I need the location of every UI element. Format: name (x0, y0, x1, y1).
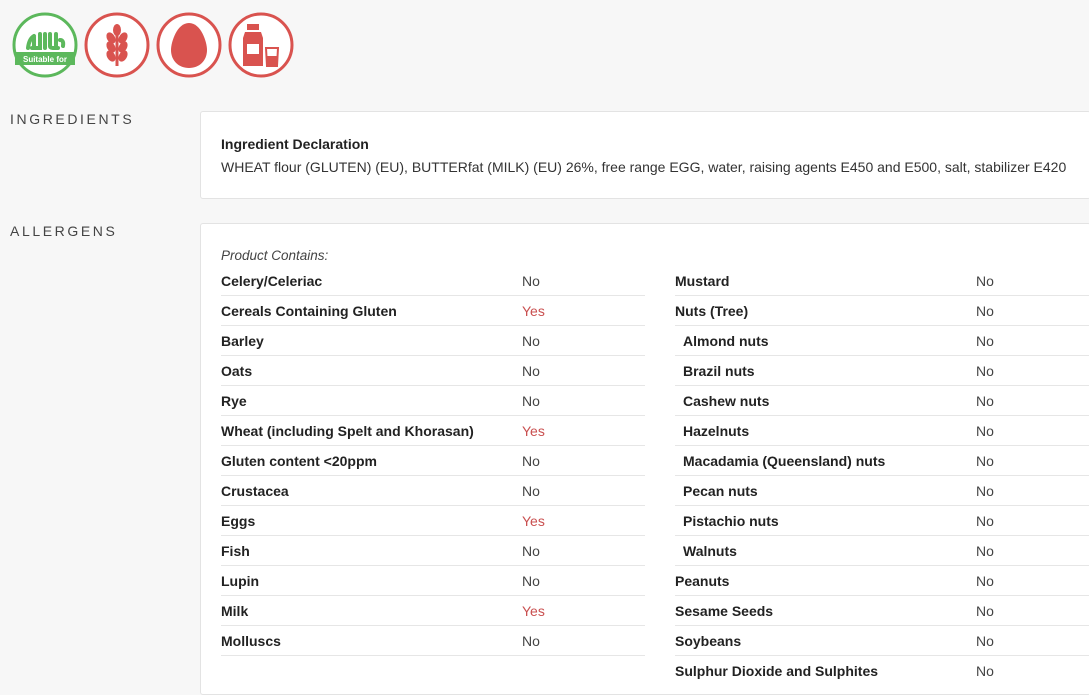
allergen-value: No (976, 363, 994, 379)
allergen-row: Eggs Yes (221, 506, 645, 536)
allergen-value: No (976, 663, 994, 679)
allergen-value: No (976, 543, 994, 559)
allergen-row: Cashew nuts No (675, 386, 1089, 416)
allergen-row: Almond nuts No (675, 326, 1089, 356)
allergen-name: Walnuts (683, 543, 737, 559)
allergen-row: Walnuts No (675, 536, 1089, 566)
allergen-value: No (976, 393, 994, 409)
allergen-name: Barley (221, 333, 264, 349)
allergen-row: Nuts (Tree) No (675, 296, 1089, 326)
allergen-name: Gluten content <20ppm (221, 453, 377, 469)
allergen-name: Macadamia (Queensland) nuts (683, 453, 886, 469)
allergen-value: No (976, 603, 994, 619)
allergen-name: Celery/Celeriac (221, 273, 323, 289)
gluten-wheat-icon (84, 12, 150, 78)
allergen-name: Sulphur Dioxide and Sulphites (675, 663, 879, 679)
allergen-row: Barley No (221, 326, 645, 356)
allergen-row: Crustacea No (221, 476, 645, 506)
allergen-row: Pecan nuts No (675, 476, 1089, 506)
allergen-row: Hazelnuts No (675, 416, 1089, 446)
allergen-name: Cereals Containing Gluten (221, 303, 397, 319)
allergen-value: No (976, 573, 994, 589)
allergen-name: Oats (221, 363, 253, 379)
egg-icon (156, 12, 222, 78)
allergen-name: Eggs (221, 513, 256, 529)
allergen-value: No (522, 633, 540, 649)
allergen-value: No (976, 453, 994, 469)
allergen-row: Sulphur Dioxide and Sulphites No (675, 656, 1089, 685)
allergen-name: Nuts (Tree) (675, 303, 749, 319)
allergen-value: No (976, 303, 994, 319)
allergen-row: Celery/Celeriac No (221, 266, 645, 296)
allergen-value: No (976, 483, 994, 499)
ingredient-declaration-text: WHEAT flour (GLUTEN) (EU), BUTTERfat (MI… (221, 159, 1067, 175)
ingredient-declaration-title: Ingredient Declaration (221, 136, 369, 152)
allergen-value: No (522, 333, 540, 349)
allergens-card: Product Contains: Celery/Celeriac No Cere… (200, 223, 1089, 695)
allergen-row: Pistachio nuts No (675, 506, 1089, 536)
allergen-row: Brazil nuts No (675, 356, 1089, 386)
allergen-value: No (522, 453, 540, 469)
allergen-row: Mustard No (675, 266, 1089, 296)
allergen-name: Fish (221, 543, 250, 559)
allergen-value: No (976, 633, 994, 649)
allergen-value: No (522, 573, 540, 589)
allergen-name: Wheat (including Spelt and Khorasan) (221, 423, 474, 439)
allergen-name: Almond nuts (683, 333, 769, 349)
allergens-right-column: Mustard No Nuts (Tree) No Almond nuts No Br… (675, 266, 1089, 685)
allergen-name: Soybeans (675, 633, 742, 649)
allergen-row: Lupin No (221, 566, 645, 596)
allergen-value: Yes (522, 423, 545, 439)
allergen-name: Molluscs (221, 633, 281, 649)
allergen-value: Yes (522, 303, 545, 319)
allergen-row: Molluscs No (221, 626, 645, 656)
halal-badge-text: Suitable for (23, 55, 67, 64)
allergens-section-label: ALLERGENS (10, 223, 118, 239)
allergen-value: No (522, 393, 540, 409)
allergen-value: No (976, 333, 994, 349)
allergen-name: Pistachio nuts (683, 513, 779, 529)
allergen-value: No (976, 423, 994, 439)
allergens-left-column: Celery/Celeriac No Cereals Containing Glu… (221, 266, 645, 656)
allergen-value: No (976, 513, 994, 529)
allergen-name: Lupin (221, 573, 260, 589)
allergen-value: No (522, 483, 540, 499)
allergen-value: Yes (522, 513, 545, 529)
allergen-row: Sesame Seeds No (675, 596, 1089, 626)
product-contains-label: Product Contains: (221, 248, 329, 263)
allergen-row: Oats No (221, 356, 645, 386)
allergen-value: Yes (522, 603, 545, 619)
allergen-row: Cereals Containing Gluten Yes (221, 296, 645, 326)
allergen-row: Macadamia (Queensland) nuts No (675, 446, 1089, 476)
allergen-name: Hazelnuts (683, 423, 750, 439)
allergen-name: Pecan nuts (683, 483, 758, 499)
halal-icon: Suitable for (12, 12, 78, 78)
allergen-value: No (976, 273, 994, 289)
allergen-value: No (522, 363, 540, 379)
milk-icon (228, 12, 294, 78)
allergen-value: No (522, 273, 540, 289)
allergen-name: Crustacea (221, 483, 289, 499)
allergen-name: Brazil nuts (683, 363, 755, 379)
ingredients-card: Ingredient Declaration WHEAT flour (GLUT… (200, 111, 1089, 199)
allergen-row: Wheat (including Spelt and Khorasan) Yes (221, 416, 645, 446)
allergen-row: Rye No (221, 386, 645, 416)
allergen-name: Milk (221, 603, 249, 619)
allergen-row: Fish No (221, 536, 645, 566)
allergen-name: Sesame Seeds (675, 603, 774, 619)
allergen-row: Gluten content <20ppm No (221, 446, 645, 476)
allergen-name: Cashew nuts (683, 393, 770, 409)
allergen-name: Mustard (675, 273, 730, 289)
allergen-row: Milk Yes (221, 596, 645, 626)
allergen-name: Peanuts (675, 573, 730, 589)
ingredients-section-label: INGREDIENTS (10, 111, 135, 127)
allergen-name: Rye (221, 393, 247, 409)
allergen-row: Soybeans No (675, 626, 1089, 656)
allergen-row: Peanuts No (675, 566, 1089, 596)
allergen-value: No (522, 543, 540, 559)
